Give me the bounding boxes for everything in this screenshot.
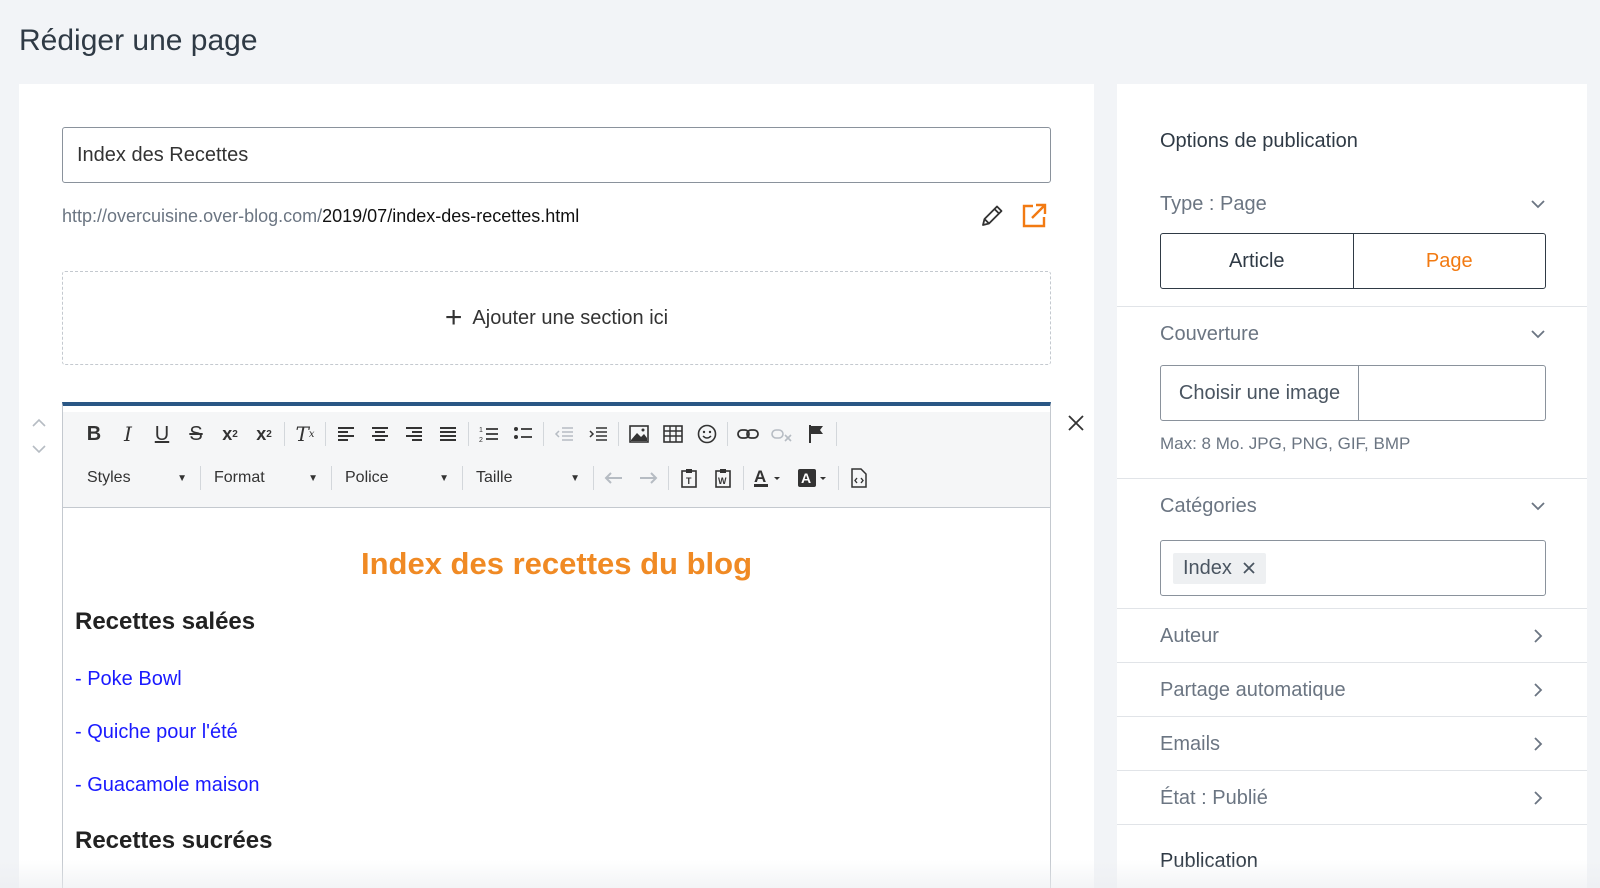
chevron-right-icon — [1530, 790, 1546, 806]
editor-panel: http://overcuisine.over-blog.com/2019/07… — [19, 84, 1094, 888]
chevron-down-icon — [1530, 326, 1546, 342]
category-tag-label: Index — [1183, 556, 1232, 579]
add-section-label: Ajouter une section ici — [472, 306, 669, 329]
svg-text:W: W — [718, 476, 727, 486]
etat-accordion-header[interactable]: État : Publié — [1160, 783, 1546, 813]
text-color-icon[interactable]: A — [747, 463, 791, 493]
bullet-list-icon[interactable] — [506, 419, 540, 449]
emails-accordion-header[interactable]: Emails — [1160, 729, 1546, 759]
categories-input[interactable]: Index — [1160, 540, 1546, 596]
type-article-option[interactable]: Article — [1161, 234, 1354, 288]
caret-down-icon: ▼ — [439, 472, 449, 484]
size-select[interactable]: Taille ▼ — [466, 463, 590, 493]
chevron-down-icon — [1530, 498, 1546, 514]
insert-table-icon[interactable] — [656, 419, 690, 449]
content-subheading-sucrees: Recettes sucrées — [75, 827, 273, 854]
svg-text:T: T — [686, 476, 692, 486]
publication-section-title: Publication — [1160, 850, 1258, 872]
page-title: Rédiger une page — [19, 24, 258, 57]
open-external-icon[interactable] — [1017, 199, 1051, 233]
type-accordion-header[interactable]: Type : Page — [1160, 189, 1546, 219]
source-code-icon[interactable] — [842, 463, 876, 493]
undo-icon[interactable] — [597, 463, 631, 493]
superscript-icon[interactable]: x2 — [247, 419, 281, 449]
edit-url-pencil-icon[interactable] — [975, 199, 1009, 233]
chevron-right-icon — [1530, 736, 1546, 752]
permalink-row: http://overcuisine.over-blog.com/2019/07… — [62, 199, 1051, 233]
numbered-list-icon[interactable]: 12 — [472, 419, 506, 449]
partage-accordion-header[interactable]: Partage automatique — [1160, 675, 1546, 705]
anchor-flag-icon[interactable] — [799, 419, 833, 449]
editor-content-area[interactable]: Index des recettes du blog Recettes salé… — [63, 546, 1050, 855]
rich-text-editor: B I U S x2 x2 Tx 12 Styles ▼ Format ▼ Po… — [62, 402, 1051, 888]
url-slug: 2019/07/index-des-recettes.html — [322, 205, 580, 226]
insert-image-icon[interactable] — [622, 419, 656, 449]
link-icon[interactable] — [731, 419, 765, 449]
caret-down-icon: ▼ — [308, 472, 318, 484]
chevron-right-icon — [1530, 628, 1546, 644]
couverture-accordion-header[interactable]: Couverture — [1160, 319, 1546, 349]
emoji-icon[interactable] — [690, 419, 724, 449]
chevron-down-icon — [1530, 196, 1546, 212]
content-link-poke-bowl[interactable]: - Poke Bowl — [75, 668, 1038, 691]
styles-select[interactable]: Styles ▼ — [77, 463, 197, 493]
italic-icon[interactable]: I — [111, 419, 145, 449]
subscript-icon[interactable]: x2 — [213, 419, 247, 449]
choose-image-button[interactable]: Choisir une image — [1161, 366, 1359, 420]
editor-toolbar: B I U S x2 x2 Tx 12 Styles ▼ Format ▼ Po… — [63, 412, 1050, 508]
background-color-icon[interactable]: A — [791, 463, 835, 493]
unlink-icon[interactable] — [765, 419, 799, 449]
content-link-guacamole[interactable]: - Guacamole maison — [75, 774, 1038, 797]
paste-word-icon[interactable]: W — [706, 463, 740, 493]
caret-down-icon: ▼ — [177, 472, 187, 484]
format-select[interactable]: Format ▼ — [204, 463, 328, 493]
remove-format-icon[interactable]: Tx — [288, 419, 322, 449]
type-segmented-control: Article Page — [1160, 233, 1546, 289]
caret-down-icon: ▼ — [570, 472, 580, 484]
move-up-chevron-icon[interactable] — [29, 410, 49, 436]
underline-icon[interactable]: U — [145, 419, 179, 449]
font-select[interactable]: Police ▼ — [335, 463, 459, 493]
content-subheading-salees: Recettes salées — [75, 608, 256, 635]
chevron-right-icon — [1530, 682, 1546, 698]
align-center-icon[interactable] — [363, 419, 397, 449]
publication-options-panel: Options de publication Type : Page Artic… — [1117, 84, 1587, 888]
align-justify-icon[interactable] — [431, 419, 465, 449]
url-base: http://overcuisine.over-blog.com/ — [62, 205, 323, 226]
categories-accordion-header[interactable]: Catégories — [1160, 491, 1546, 521]
cover-image-picker: Choisir une image — [1160, 365, 1546, 421]
redo-icon[interactable] — [631, 463, 665, 493]
close-section-icon[interactable] — [1061, 408, 1091, 438]
add-section-button[interactable]: + Ajouter une section ici — [62, 271, 1051, 365]
svg-text:A: A — [801, 470, 811, 486]
svg-text:1: 1 — [479, 427, 483, 434]
align-left-icon[interactable] — [329, 419, 363, 449]
section-move-controls — [29, 410, 49, 462]
move-down-chevron-icon[interactable] — [29, 436, 49, 462]
paste-text-icon[interactable]: T — [672, 463, 706, 493]
publication-options-title: Options de publication — [1160, 130, 1358, 152]
type-page-option[interactable]: Page — [1354, 234, 1546, 288]
auteur-accordion-header[interactable]: Auteur — [1160, 621, 1546, 651]
content-heading: Index des recettes du blog — [360, 546, 753, 581]
align-right-icon[interactable] — [397, 419, 431, 449]
content-link-quiche[interactable]: - Quiche pour l'été — [75, 721, 1038, 744]
svg-text:2: 2 — [479, 437, 483, 443]
page-title-input[interactable] — [62, 127, 1051, 183]
remove-tag-close-icon[interactable] — [1242, 561, 1256, 575]
bold-icon[interactable]: B — [77, 419, 111, 449]
image-size-hint: Max: 8 Mo. JPG, PNG, GIF, BMP — [1160, 434, 1411, 453]
category-tag: Index — [1173, 552, 1266, 584]
svg-text:A: A — [754, 468, 766, 486]
indent-icon[interactable] — [581, 419, 615, 449]
strikethrough-icon[interactable]: S — [179, 419, 213, 449]
outdent-icon[interactable] — [547, 419, 581, 449]
plus-icon: + — [444, 301, 463, 334]
